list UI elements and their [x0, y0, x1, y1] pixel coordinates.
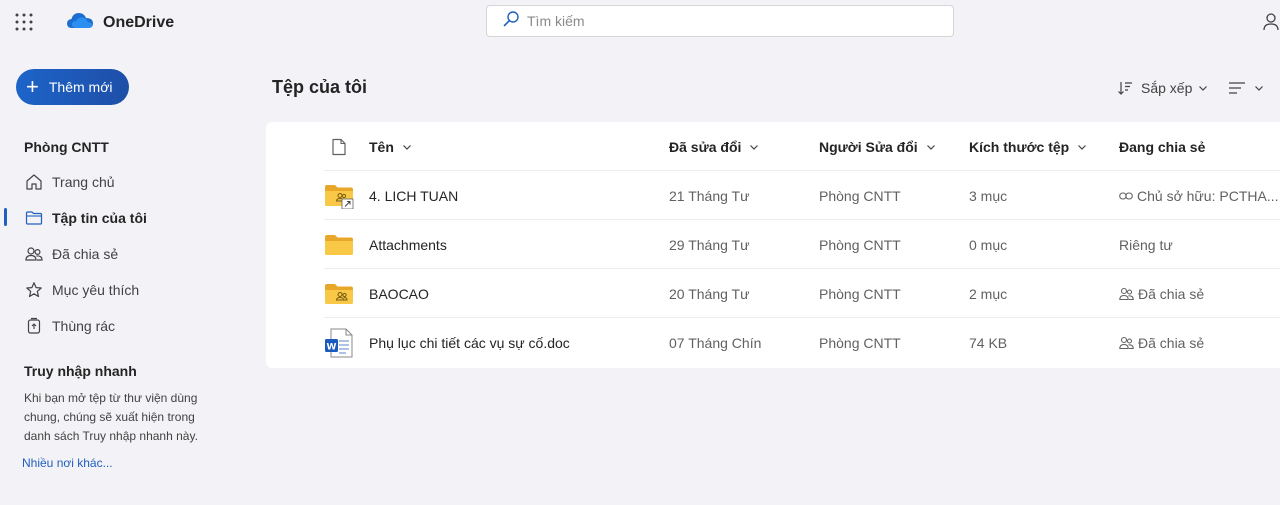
file-modified: 29 Tháng Tư: [669, 236, 750, 253]
sidebar-item-label: Tập tin của tôi: [52, 210, 147, 226]
file-type-icon: [331, 138, 347, 156]
file-row[interactable]: W Phụ lục chi tiết các vụ sự cố.doc 07 T…: [266, 318, 1280, 367]
chevron-down-icon: [749, 142, 759, 152]
people-icon[interactable]: [1263, 12, 1280, 32]
view-options-button[interactable]: [1228, 78, 1264, 98]
sort-label: Sắp xếp: [1141, 80, 1193, 96]
file-list: Tên Đã sửa đổi Người Sửa đổi Kích thước …: [266, 122, 1280, 368]
name-column-header[interactable]: Tên: [369, 122, 649, 171]
search-box[interactable]: [486, 5, 954, 37]
sidebar-item-label: Mục yêu thích: [52, 282, 140, 298]
app-name: OneDrive: [103, 13, 175, 31]
sidebar-item-label: Thùng rác: [52, 318, 116, 334]
column-header-label: Kích thước tệp: [969, 138, 1070, 155]
sidebar-item-label: Trang chủ: [52, 174, 115, 190]
chevron-down-icon: [402, 142, 412, 152]
add-new-button[interactable]: + Thêm mới: [16, 69, 129, 105]
folder-icon: [24, 208, 44, 228]
people-icon: [1119, 336, 1134, 350]
sharing-label: Chủ sở hữu: PCTHA...: [1137, 187, 1279, 204]
app-brand[interactable]: OneDrive: [66, 10, 174, 35]
svg-text:W: W: [327, 342, 337, 352]
file-name[interactable]: 4. LICH TUAN: [369, 171, 649, 220]
plus-icon: +: [26, 74, 39, 99]
column-header-label: Tên: [369, 138, 394, 155]
file-sharing[interactable]: Đã chia sẻ: [1119, 269, 1279, 318]
app-launcher-icon[interactable]: [15, 13, 33, 31]
sharing-label: Đã chia sẻ: [1138, 334, 1205, 351]
search-input[interactable]: [527, 13, 927, 29]
shared-folder-shortcut-icon: [322, 171, 356, 220]
sort-button[interactable]: Sắp xếp: [1117, 78, 1208, 98]
file-sharing[interactable]: Chủ sở hữu: PCTHA...: [1119, 171, 1279, 220]
sidebar-item-favorites[interactable]: Mục yêu thích: [24, 278, 139, 302]
file-modified: 20 Tháng Tư: [669, 285, 750, 302]
sidebar-item-label: Đã chia sẻ: [52, 246, 119, 262]
search-icon: [503, 10, 519, 32]
sidebar-item-home[interactable]: Trang chủ: [24, 170, 115, 194]
chevron-down-icon: [1254, 83, 1264, 93]
quick-access-title: Truy nhập nhanh: [24, 363, 137, 379]
people-icon: [1119, 287, 1134, 301]
page-title: Tệp của tôi: [272, 77, 368, 97]
file-name[interactable]: BAOCAO: [369, 269, 649, 318]
file-size: 74 KB: [969, 334, 1008, 351]
file-size-column-header[interactable]: Kích thước tệp: [969, 122, 1109, 171]
modified-column-header[interactable]: Đã sửa đổi: [669, 122, 809, 171]
trash-icon: [24, 316, 44, 336]
link-icon: [1119, 191, 1133, 201]
column-header-label: Người Sửa đổi: [819, 138, 918, 155]
add-new-label: Thêm mới: [48, 79, 113, 95]
sort-icon: [1117, 80, 1133, 96]
file-row[interactable]: Attachments 29 Tháng Tư Phòng CNTT 0 mục…: [266, 220, 1280, 269]
file-type-column-header[interactable]: [322, 122, 356, 171]
modified-by-column-header[interactable]: Người Sửa đổi: [819, 122, 959, 171]
file-modified: 07 Tháng Chín: [669, 334, 762, 351]
shared-folder-icon: [322, 269, 356, 318]
folder-icon: [322, 220, 356, 269]
file-name[interactable]: Attachments: [369, 220, 649, 269]
chevron-down-icon: [1077, 142, 1087, 152]
chevron-down-icon: [1198, 83, 1208, 93]
list-view-icon: [1228, 80, 1246, 96]
active-indicator: [4, 208, 7, 226]
column-header-label: Đã sửa đổi: [669, 138, 742, 155]
word-document-icon: W: [322, 318, 356, 367]
file-list-header: Tên Đã sửa đổi Người Sửa đổi Kích thước …: [266, 122, 1280, 171]
sharing-label: Đã chia sẻ: [1138, 285, 1205, 302]
chevron-down-icon: [926, 142, 936, 152]
top-bar: OneDrive: [0, 0, 1280, 44]
quick-access-description: Khi bạn mở tệp từ thư viện dùng chung, c…: [24, 391, 198, 443]
sidebar-section-title: Phòng CNTT: [24, 139, 109, 155]
people-icon: [24, 244, 44, 264]
home-icon: [24, 172, 44, 192]
file-modified-by: Phòng CNTT: [819, 334, 901, 351]
file-row[interactable]: 4. LICH TUAN 21 Tháng Tư Phòng CNTT 3 mụ…: [266, 171, 1280, 220]
more-places-link[interactable]: Nhiều nơi khác...: [22, 456, 113, 470]
file-modified-by: Phòng CNTT: [819, 236, 901, 253]
star-icon: [24, 280, 44, 300]
column-header-label: Đang chia sẻ: [1119, 138, 1206, 155]
file-sharing[interactable]: Riêng tư: [1119, 220, 1279, 269]
file-size: 2 mục: [969, 285, 1008, 302]
sidebar-item-my-files[interactable]: Tập tin của tôi: [24, 206, 147, 230]
file-row[interactable]: BAOCAO 20 Tháng Tư Phòng CNTT 2 mục Đã c…: [266, 269, 1280, 318]
sidebar-item-shared[interactable]: Đã chia sẻ: [24, 242, 118, 266]
sidebar-item-recycle-bin[interactable]: Thùng rác: [24, 314, 115, 338]
file-modified-by: Phòng CNTT: [819, 285, 901, 302]
onedrive-logo-icon: [66, 10, 94, 35]
file-modified-by: Phòng CNTT: [819, 187, 901, 204]
file-name[interactable]: Phụ lục chi tiết các vụ sự cố.doc: [369, 318, 649, 367]
file-modified: 21 Tháng Tư: [669, 187, 750, 204]
sharing-column-header[interactable]: Đang chia sẻ: [1119, 122, 1279, 171]
sharing-label: Riêng tư: [1119, 236, 1173, 253]
file-size: 3 mục: [969, 187, 1008, 204]
file-sharing[interactable]: Đã chia sẻ: [1119, 318, 1279, 367]
file-size: 0 mục: [969, 236, 1008, 253]
